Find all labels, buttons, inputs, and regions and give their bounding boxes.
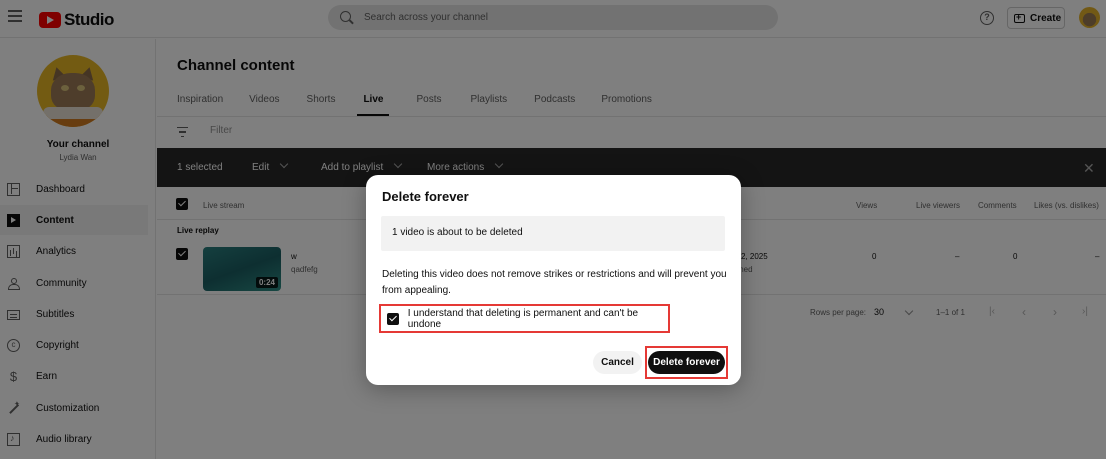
delete-forever-button[interactable]: Delete forever xyxy=(648,351,725,374)
acknowledge-row-highlight[interactable]: I understand that deleting is permanent … xyxy=(379,304,670,333)
acknowledge-label[interactable]: I understand that deleting is permanent … xyxy=(408,308,668,330)
dialog-title: Delete forever xyxy=(382,189,469,204)
delete-info-text: 1 video is about to be deleted xyxy=(392,227,523,238)
acknowledge-checkbox[interactable] xyxy=(387,312,399,325)
delete-info-box: 1 video is about to be deleted xyxy=(381,216,725,251)
delete-forever-dialog: Delete forever 1 video is about to be de… xyxy=(366,175,741,385)
delete-warning-text: Deleting this video does not remove stri… xyxy=(382,269,727,296)
cancel-button[interactable]: Cancel xyxy=(593,351,642,374)
